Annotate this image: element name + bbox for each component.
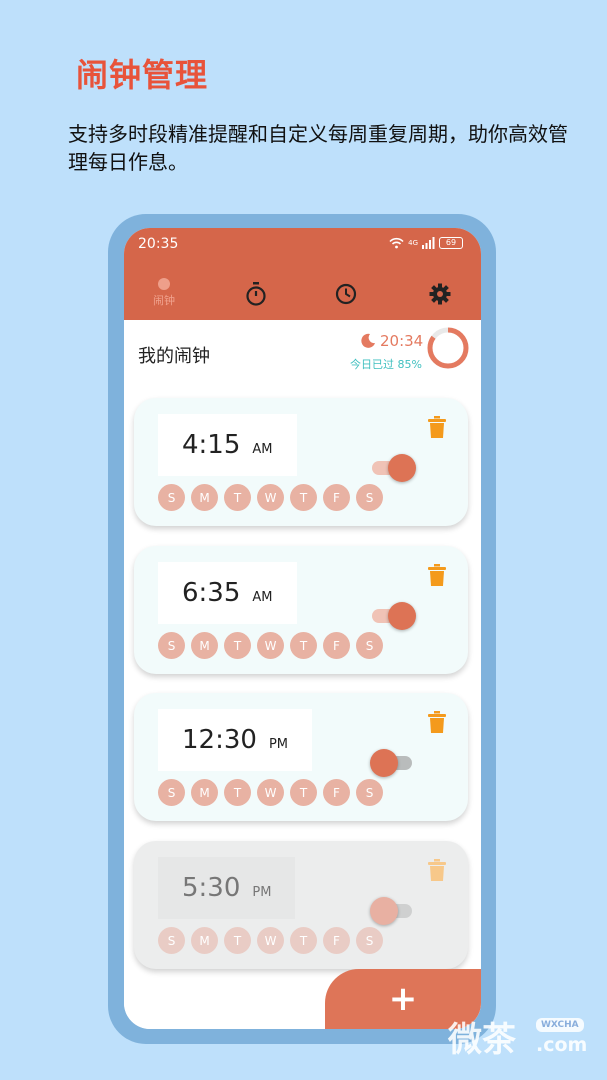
moon-icon <box>361 333 375 348</box>
alarm-card[interactable]: 5:30 PM S M T W T F S <box>134 841 468 969</box>
weekday-toggle[interactable]: F <box>323 927 350 954</box>
alarm-ampm: AM <box>252 589 273 605</box>
repeat-days: SMTWTFS <box>158 484 383 511</box>
alarm-time-value: 4:15 <box>182 430 241 460</box>
watermark: 微茶 WXCHA .com <box>448 1012 598 1062</box>
clock-icon <box>335 283 357 305</box>
wifi-icon <box>389 237 404 249</box>
watermark-domain: .com <box>536 1034 588 1056</box>
alarm-card[interactable]: 4:15 AM S M T W T F S <box>134 398 468 526</box>
weekday-toggle[interactable]: S <box>356 779 383 806</box>
weekday-toggle[interactable]: T <box>224 632 251 659</box>
toggle-knob <box>370 749 398 777</box>
alarm-ampm: PM <box>268 736 288 752</box>
phone-screen: 20:35 4G 69 闹钟 我的闹钟 20:34 今日已过 85% 4:15 … <box>124 228 481 1029</box>
weekday-toggle[interactable]: M <box>191 632 218 659</box>
phone-frame: 20:35 4G 69 闹钟 我的闹钟 20:34 今日已过 85% 4:15 … <box>108 214 496 1044</box>
signal-icon <box>422 237 435 249</box>
trash-icon[interactable] <box>428 859 446 881</box>
alarm-time-value: 12:30 <box>182 725 257 755</box>
alarm-card[interactable]: 12:30 PM S M T W T F S <box>134 693 468 821</box>
promo-title: 闹钟管理 <box>76 56 209 94</box>
alarm-ampm: AM <box>252 441 273 457</box>
app-bar: 20:35 4G 69 闹钟 <box>124 228 481 320</box>
toggle-knob <box>370 897 398 925</box>
alarm-card[interactable]: 6:35 AM S M T W T F S <box>134 546 468 674</box>
alarm-ampm: PM <box>252 884 272 900</box>
tab-clock[interactable] <box>326 274 366 318</box>
weekday-toggle[interactable]: S <box>356 632 383 659</box>
weekday-toggle[interactable]: W <box>257 779 284 806</box>
weekday-toggle[interactable]: T <box>290 484 317 511</box>
weekday-toggle[interactable]: W <box>257 484 284 511</box>
gear-icon <box>429 283 451 305</box>
status-time: 20:35 <box>138 236 179 252</box>
watermark-badge: WXCHA <box>536 1018 584 1032</box>
weekday-toggle[interactable]: S <box>158 779 185 806</box>
tab-stopwatch[interactable] <box>236 274 276 318</box>
weekday-toggle[interactable]: M <box>191 779 218 806</box>
weekday-toggle[interactable]: S <box>356 927 383 954</box>
page-title: 我的闹钟 <box>138 346 210 367</box>
alarm-enable-toggle[interactable] <box>370 600 416 630</box>
network-type: 4G <box>408 239 418 247</box>
weekday-toggle[interactable]: T <box>224 927 251 954</box>
alarm-time[interactable]: 4:15 AM <box>158 414 297 476</box>
alarm-time-value: 6:35 <box>182 578 241 608</box>
alarm-enable-toggle[interactable] <box>370 452 416 482</box>
repeat-days: SMTWTFS <box>158 632 383 659</box>
status-icons: 4G 69 <box>389 235 463 251</box>
weekday-toggle[interactable]: S <box>158 632 185 659</box>
tab-alarm[interactable]: 闹钟 <box>144 274 184 318</box>
current-time: 20:34 <box>380 332 424 350</box>
alarm-time[interactable]: 6:35 AM <box>158 562 297 624</box>
weekday-toggle[interactable]: F <box>323 632 350 659</box>
alarm-time[interactable]: 12:30 PM <box>158 709 312 771</box>
alarm-list-page: 我的闹钟 20:34 今日已过 85% 4:15 AM S M T W T F S 6:35 AM S… <box>124 320 481 1029</box>
day-progress-ring <box>427 327 469 369</box>
trash-icon[interactable] <box>428 564 446 586</box>
weekday-toggle[interactable]: S <box>158 484 185 511</box>
weekday-toggle[interactable]: W <box>257 632 284 659</box>
tab-settings[interactable] <box>420 274 460 318</box>
weekday-toggle[interactable]: M <box>191 484 218 511</box>
watermark-text: 微茶 <box>448 1020 516 1060</box>
alarm-time[interactable]: 5:30 PM <box>158 857 296 919</box>
weekday-toggle[interactable]: T <box>224 779 251 806</box>
toggle-knob <box>388 602 416 630</box>
weekday-toggle[interactable]: S <box>158 927 185 954</box>
weekday-toggle[interactable]: T <box>290 927 317 954</box>
alarm-enable-toggle[interactable] <box>370 895 416 925</box>
repeat-days: SMTWTFS <box>158 927 383 954</box>
weekday-toggle[interactable]: F <box>323 484 350 511</box>
weekday-toggle[interactable]: T <box>290 632 317 659</box>
weekday-toggle[interactable]: W <box>257 927 284 954</box>
trash-icon[interactable] <box>428 416 446 438</box>
repeat-days: SMTWTFS <box>158 779 383 806</box>
toggle-knob <box>388 454 416 482</box>
stopwatch-icon <box>246 282 266 306</box>
tab-bar: 闹钟 <box>124 274 481 318</box>
day-progress-label: 今日已过 85% <box>350 358 422 371</box>
promo-subtitle: 支持多时段精准提醒和自定义每周重复周期，助你高效管理每日作息。 <box>68 122 568 174</box>
trash-icon[interactable] <box>428 711 446 733</box>
weekday-toggle[interactable]: T <box>290 779 317 806</box>
alarm-enable-toggle[interactable] <box>370 747 416 777</box>
weekday-toggle[interactable]: T <box>224 484 251 511</box>
battery-icon: 69 <box>439 237 463 249</box>
weekday-toggle[interactable]: M <box>191 927 218 954</box>
tab-alarm-label: 闹钟 <box>153 294 175 307</box>
weekday-toggle[interactable]: F <box>323 779 350 806</box>
alarm-time-value: 5:30 <box>182 873 241 903</box>
weekday-toggle[interactable]: S <box>356 484 383 511</box>
alarm-dot-icon <box>158 278 170 290</box>
